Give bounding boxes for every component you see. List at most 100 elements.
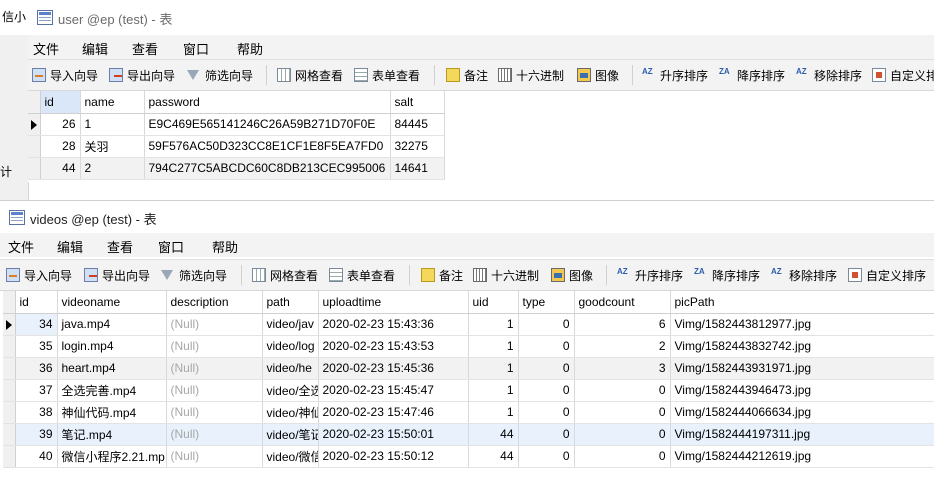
- cell-type[interactable]: 0: [518, 445, 575, 468]
- cell-uploadtime[interactable]: 2020-02-23 15:50:12: [318, 445, 469, 468]
- menu-file[interactable]: 文件: [33, 39, 59, 58]
- image-button[interactable]: 图像: [577, 66, 619, 84]
- cell-id[interactable]: 28: [40, 135, 81, 158]
- column-header[interactable]: goodcount: [574, 291, 671, 314]
- user-window-titlebar[interactable]: user @ep (test) - 表: [28, 0, 934, 35]
- grid-view-button[interactable]: 网格查看: [252, 266, 318, 284]
- cell-salt[interactable]: 32275: [390, 135, 445, 158]
- export-wizard-button[interactable]: 导出向导: [109, 66, 175, 84]
- menu-edit[interactable]: 编辑: [57, 237, 83, 256]
- column-header[interactable]: uid: [468, 291, 519, 314]
- cell-uid[interactable]: 1: [468, 379, 519, 402]
- cell-path[interactable]: video/笔记: [262, 423, 319, 446]
- cell-uid[interactable]: 1: [468, 335, 519, 358]
- cell-description[interactable]: (Null): [166, 445, 263, 468]
- cell-id[interactable]: 36: [15, 357, 58, 380]
- cell-goodcount[interactable]: 0: [574, 401, 671, 424]
- custom-sort-button[interactable]: 自定义排序: [848, 266, 926, 284]
- menu-view[interactable]: 查看: [132, 39, 158, 58]
- cell-description[interactable]: (Null): [166, 401, 263, 424]
- table-row[interactable]: 40 微信小程序2.21.mp (Null) video/微信 2020-02-…: [3, 445, 934, 468]
- cell-type[interactable]: 0: [518, 335, 575, 358]
- menu-file[interactable]: 文件: [8, 237, 34, 256]
- table-row[interactable]: 35 login.mp4 (Null) video/log 2020-02-23…: [3, 335, 934, 358]
- cell-videoname[interactable]: login.mp4: [57, 335, 167, 358]
- cell-videoname[interactable]: java.mp4: [57, 313, 167, 336]
- table-row[interactable]: 38 神仙代码.mp4 (Null) video/神仙 2020-02-23 1…: [3, 401, 934, 424]
- cell-description[interactable]: (Null): [166, 335, 263, 358]
- cell-uploadtime[interactable]: 2020-02-23 15:43:53: [318, 335, 469, 358]
- cell-goodcount[interactable]: 2: [574, 335, 671, 358]
- column-header[interactable]: uploadtime: [318, 291, 469, 314]
- cell-picpath[interactable]: Vimg/1582443832742.jpg: [670, 335, 934, 358]
- cell-type[interactable]: 0: [518, 357, 575, 380]
- column-header[interactable]: password: [144, 91, 391, 114]
- cell-path[interactable]: video/神仙: [262, 401, 319, 424]
- videos-window-titlebar[interactable]: videos @ep (test) - 表: [0, 201, 934, 233]
- cell-uploadtime[interactable]: 2020-02-23 15:43:36: [318, 313, 469, 336]
- cell-description[interactable]: (Null): [166, 379, 263, 402]
- cell-videoname[interactable]: 微信小程序2.21.mp: [57, 445, 167, 468]
- table-row[interactable]: 39 笔记.mp4 (Null) video/笔记 2020-02-23 15:…: [3, 423, 934, 446]
- cell-picpath[interactable]: Vimg/1582444212619.jpg: [670, 445, 934, 468]
- hex-button[interactable]: 十六进制: [473, 266, 539, 284]
- filter-wizard-button[interactable]: 筛选向导: [161, 266, 227, 284]
- cell-password[interactable]: E9C469E565141246C26A59B271D70F0E: [144, 113, 391, 136]
- menu-help[interactable]: 帮助: [212, 237, 238, 256]
- cell-id[interactable]: 38: [15, 401, 58, 424]
- cell-goodcount[interactable]: 0: [574, 445, 671, 468]
- menu-help[interactable]: 帮助: [237, 39, 263, 58]
- table-row[interactable]: 34 java.mp4 (Null) video/jav 2020-02-23 …: [3, 313, 934, 336]
- cell-picpath[interactable]: Vimg/1582443946473.jpg: [670, 379, 934, 402]
- cell-id[interactable]: 40: [15, 445, 58, 468]
- cell-picpath[interactable]: Vimg/1582444197311.jpg: [670, 423, 934, 446]
- cell-uid[interactable]: 1: [468, 401, 519, 424]
- menu-edit[interactable]: 编辑: [82, 39, 108, 58]
- hex-button[interactable]: 十六进制: [498, 66, 564, 84]
- table-row[interactable]: 26 1 E9C469E565141246C26A59B271D70F0E 84…: [28, 113, 445, 136]
- table-row[interactable]: 36 heart.mp4 (Null) video/he 2020-02-23 …: [3, 357, 934, 380]
- sort-asc-button[interactable]: AZ 升序排序: [642, 66, 708, 84]
- cell-description[interactable]: (Null): [166, 423, 263, 446]
- column-header[interactable]: picPath: [670, 291, 934, 314]
- cell-salt[interactable]: 14641: [390, 157, 445, 180]
- memo-button[interactable]: 备注: [421, 266, 463, 284]
- cell-id[interactable]: 34: [15, 313, 58, 336]
- cell-name[interactable]: 1: [80, 113, 145, 136]
- column-header[interactable]: salt: [390, 91, 445, 114]
- sort-desc-button[interactable]: ZA 降序排序: [719, 66, 785, 84]
- cell-uid[interactable]: 1: [468, 357, 519, 380]
- custom-sort-button[interactable]: 自定义排: [872, 66, 934, 84]
- cell-goodcount[interactable]: 0: [574, 423, 671, 446]
- cell-uploadtime[interactable]: 2020-02-23 15:45:47: [318, 379, 469, 402]
- sort-asc-button[interactable]: AZ 升序排序: [617, 266, 683, 284]
- column-header[interactable]: id: [40, 91, 81, 114]
- menu-view[interactable]: 查看: [107, 237, 133, 256]
- import-wizard-button[interactable]: 导入向导: [32, 66, 98, 84]
- cell-name[interactable]: 2: [80, 157, 145, 180]
- cell-uploadtime[interactable]: 2020-02-23 15:45:36: [318, 357, 469, 380]
- column-header[interactable]: videoname: [57, 291, 167, 314]
- cell-goodcount[interactable]: 0: [574, 379, 671, 402]
- column-header[interactable]: path: [262, 291, 319, 314]
- column-header[interactable]: name: [80, 91, 145, 114]
- memo-button[interactable]: 备注: [446, 66, 488, 84]
- cell-id[interactable]: 44: [40, 157, 81, 180]
- cell-path[interactable]: video/jav: [262, 313, 319, 336]
- cell-salt[interactable]: 84445: [390, 113, 445, 136]
- cell-id[interactable]: 39: [15, 423, 58, 446]
- cell-videoname[interactable]: 神仙代码.mp4: [57, 401, 167, 424]
- menu-window[interactable]: 窗口: [158, 237, 184, 256]
- cell-password[interactable]: 59F576AC50D323CC8E1CF1E8F5EA7FD0: [144, 135, 391, 158]
- cell-type[interactable]: 0: [518, 379, 575, 402]
- cell-uploadtime[interactable]: 2020-02-23 15:47:46: [318, 401, 469, 424]
- cell-path[interactable]: video/he: [262, 357, 319, 380]
- cell-goodcount[interactable]: 3: [574, 357, 671, 380]
- table-row[interactable]: 44 2 794C277C5ABCDC60C8DB213CEC995006 14…: [28, 157, 445, 180]
- cell-picpath[interactable]: Vimg/1582443931971.jpg: [670, 357, 934, 380]
- cell-id[interactable]: 35: [15, 335, 58, 358]
- column-header[interactable]: description: [166, 291, 263, 314]
- form-view-button[interactable]: 表单查看: [329, 266, 395, 284]
- grid-view-button[interactable]: 网格查看: [277, 66, 343, 84]
- table-row[interactable]: 37 全选完善.mp4 (Null) video/全选 2020-02-23 1…: [3, 379, 934, 402]
